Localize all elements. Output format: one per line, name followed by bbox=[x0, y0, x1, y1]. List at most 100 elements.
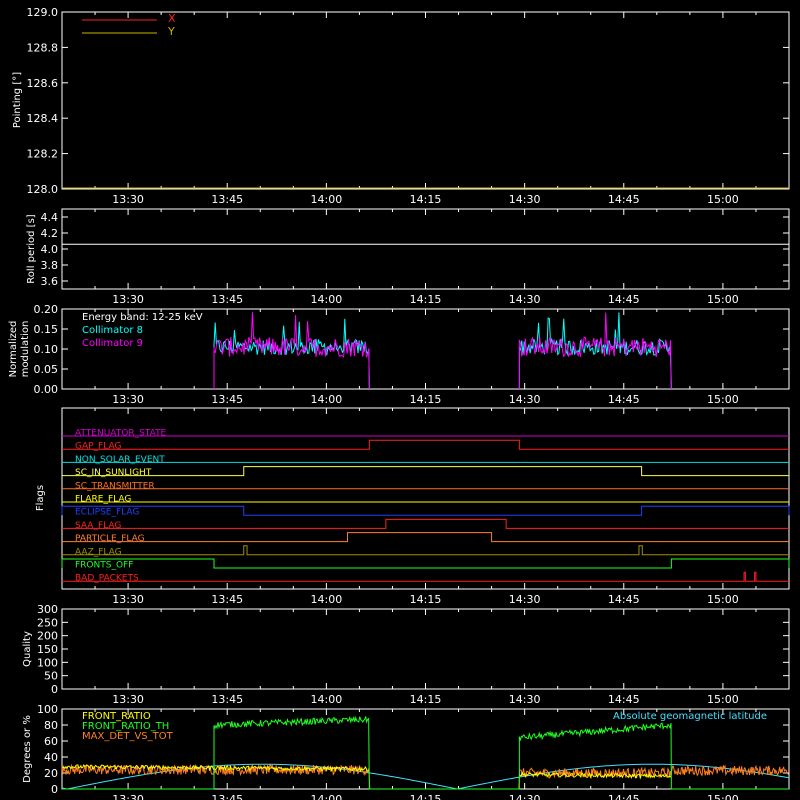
y-tick-label: 20 bbox=[44, 767, 58, 780]
x-tick-label: 14:30 bbox=[509, 293, 541, 306]
y-tick-label: 40 bbox=[44, 751, 58, 764]
legend-x-label: X bbox=[168, 12, 176, 25]
modulation-series-0 bbox=[213, 318, 370, 390]
y-tick-label: 128.4 bbox=[27, 112, 59, 125]
x-tick-label: 14:15 bbox=[410, 593, 442, 606]
x-tick-label: 14:45 bbox=[608, 593, 640, 606]
quality-yaxis: 050100150200250300 bbox=[37, 603, 789, 696]
x-tick-label: 14:30 bbox=[509, 193, 541, 206]
flag-label: NON_SOLAR_EVENT bbox=[75, 455, 165, 465]
ratio-panel: Degrees or % 0 20 40 60 80 100 13:30 13:45 14:0… bbox=[22, 703, 790, 800]
y-tick-label: 100 bbox=[37, 703, 58, 716]
x-tick-label: 14:00 bbox=[311, 793, 343, 800]
x-tick-label: 15:00 bbox=[707, 193, 739, 206]
x-tick-label: 14:00 bbox=[311, 393, 343, 406]
roll-yaxis: 3.6 3.8 4.0 4.2 4.4 bbox=[41, 211, 789, 288]
modulation-energy-band: Energy band: 12-25 keV bbox=[82, 312, 203, 323]
quality-frame bbox=[61, 608, 790, 690]
x-tick-label: 15:00 bbox=[707, 293, 739, 306]
flag-step bbox=[62, 545, 789, 556]
x-tick-label: 13:30 bbox=[112, 393, 144, 406]
flags-ylabel: Flags bbox=[35, 485, 46, 511]
flag-label: SC_TRANSMITTER bbox=[75, 481, 155, 491]
x-tick-label: 14:00 bbox=[311, 293, 343, 306]
y-tick-label: 80 bbox=[44, 719, 58, 732]
x-tick-label: 13:45 bbox=[211, 293, 243, 306]
x-tick-label: 14:15 bbox=[410, 793, 442, 800]
quality-panel: Quality 050100150200250300 13:30 13:45 14:… bbox=[22, 603, 790, 706]
flag-step bbox=[61, 558, 790, 569]
y-tick-label: 0 bbox=[51, 683, 58, 696]
roll-ylabel: Roll period [s] bbox=[26, 214, 37, 283]
flag-step bbox=[62, 466, 789, 477]
ratio-xaxis: 13:30 13:45 14:00 14:15 14:30 14:45 15:00 bbox=[94, 709, 757, 800]
roll-panel: Roll period [s] 3.63.84.04.24.4 13:30 13:… bbox=[26, 208, 790, 306]
x-tick-label: 13:30 bbox=[112, 793, 144, 800]
x-tick-label: 14:45 bbox=[608, 793, 640, 800]
modulation-ylabel-1: Normalized bbox=[8, 321, 19, 378]
ratio-data bbox=[61, 715, 790, 790]
flag-step bbox=[62, 571, 789, 582]
flags-xaxis: 13:30 13:45 14:00 14:15 14:30 14:45 15:00 bbox=[94, 408, 757, 606]
x-tick-label: 13:45 bbox=[211, 393, 243, 406]
y-tick-label: 200 bbox=[37, 630, 58, 643]
y-tick-label: 3.6 bbox=[41, 275, 59, 288]
x-tick-label: 15:00 bbox=[707, 593, 739, 606]
flag-label: SAA_FLAG bbox=[75, 521, 121, 531]
x-tick-label: 13:30 bbox=[112, 593, 144, 606]
x-tick-label: 13:45 bbox=[211, 693, 243, 706]
y-tick-label: 0.20 bbox=[34, 303, 59, 316]
y-tick-label: 128.8 bbox=[27, 41, 59, 54]
modulation-panel: Normalized modulation 0.00 0.05 0.10 0.15 0.… bbox=[8, 303, 790, 406]
modulation-data bbox=[213, 312, 672, 390]
x-tick-label: 13:45 bbox=[211, 793, 243, 800]
y-tick-label: 129.0 bbox=[27, 6, 59, 19]
roll-frame bbox=[61, 208, 790, 290]
y-tick-label: 0.10 bbox=[34, 343, 59, 356]
flag-label: FLARE_FLAG bbox=[75, 495, 131, 505]
y-tick-label: 4.0 bbox=[41, 243, 59, 256]
x-tick-label: 14:15 bbox=[410, 693, 442, 706]
pointing-ylabel: Pointing [°] bbox=[12, 72, 23, 128]
pointing-legend: X Y bbox=[82, 12, 176, 38]
y-tick-label: 128.2 bbox=[27, 148, 59, 161]
chart-canvas: Pointing [°] 128.0128.2128.4128.6128.812… bbox=[8, 6, 790, 800]
x-tick-label: 13:45 bbox=[211, 593, 243, 606]
x-tick-label: 13:30 bbox=[112, 293, 144, 306]
y-tick-label: 150 bbox=[37, 643, 58, 656]
modulation-legend-c8: Collimator 8 bbox=[82, 325, 143, 336]
y-tick-label: 60 bbox=[44, 735, 58, 748]
y-tick-label: 0.15 bbox=[34, 323, 59, 336]
x-tick-label: 14:30 bbox=[509, 793, 541, 800]
ratio-legend-maxdet: MAX_DET_VS_TOT bbox=[82, 731, 174, 742]
ratio-ylabel: Degrees or % bbox=[22, 715, 33, 783]
pointing-frame bbox=[61, 11, 790, 190]
pointing-yaxis: 128.0 128.2 128.4 128.6 128.8 129.0 bbox=[27, 6, 789, 196]
x-tick-label: 13:45 bbox=[211, 193, 243, 206]
y-tick-label: 300 bbox=[37, 603, 58, 616]
flag-label: AAZ_FLAG bbox=[75, 547, 122, 557]
modulation-xaxis: 13:30 13:45 14:00 14:15 14:30 14:45 15:00 bbox=[94, 309, 757, 406]
x-tick-label: 14:00 bbox=[311, 593, 343, 606]
y-tick-label: 250 bbox=[37, 616, 58, 629]
flag-label: FRONTS_OFF bbox=[75, 561, 133, 571]
x-tick-label: 14:45 bbox=[608, 393, 640, 406]
x-tick-label: 14:30 bbox=[509, 593, 541, 606]
flag-step bbox=[62, 439, 789, 450]
x-tick-label: 14:15 bbox=[410, 193, 442, 206]
legend-y-label: Y bbox=[167, 25, 175, 38]
y-tick-label: 128.0 bbox=[27, 183, 59, 196]
x-tick-label: 13:30 bbox=[112, 193, 144, 206]
flag-label: SC_IN_SUNLIGHT bbox=[75, 468, 152, 478]
y-tick-label: 50 bbox=[44, 670, 58, 683]
flag-label: BAD_PACKETS bbox=[75, 574, 139, 584]
flags-data: ATTENUATOR_STATE GAP_FLAG NON_SOLAR_EVENT S… bbox=[61, 429, 790, 584]
ratio-latitude-label: Absolute geomagnetic latitude bbox=[613, 711, 767, 722]
flag-step bbox=[62, 532, 789, 543]
y-tick-label: 0.05 bbox=[34, 363, 59, 376]
x-tick-label: 14:00 bbox=[311, 693, 343, 706]
flag-step bbox=[62, 518, 789, 529]
flag-label: ATTENUATOR_STATE bbox=[75, 429, 167, 439]
x-tick-label: 14:45 bbox=[608, 293, 640, 306]
flags-panel: Flags 13:30 13:45 14:00 14:15 14:30 14:45 15:0… bbox=[35, 407, 790, 606]
